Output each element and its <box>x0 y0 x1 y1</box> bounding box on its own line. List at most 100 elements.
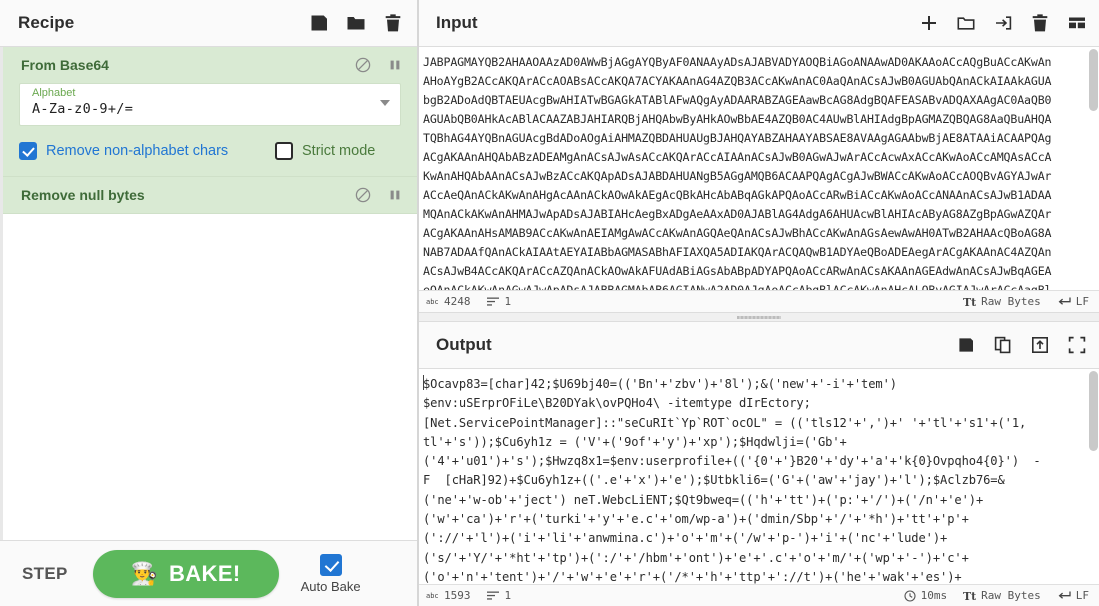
recipe-operation-list[interactable]: From Base64 Alphabet A-Za-z0-9+/= Remove… <box>0 47 417 540</box>
open-folder-as-input-icon[interactable] <box>956 13 976 33</box>
load-recipe-icon[interactable] <box>346 13 366 33</box>
auto-bake-checkbox[interactable]: Auto Bake <box>300 553 361 594</box>
output-title: Output <box>436 335 492 354</box>
svg-text:Tt: Tt <box>963 590 976 602</box>
copy-output-icon[interactable] <box>993 335 1013 355</box>
maximise-output-icon[interactable] <box>1067 335 1087 355</box>
recipe-header-icons <box>309 13 403 33</box>
input-scrollbar[interactable] <box>1089 49 1098 288</box>
alphabet-input[interactable]: A-Za-z0-9+/= <box>32 100 374 119</box>
replace-input-with-output-icon[interactable] <box>1030 335 1050 355</box>
checkbox-box[interactable] <box>319 553 342 576</box>
operation-title-row[interactable]: From Base64 <box>3 47 417 83</box>
operation-arguments: Alphabet A-Za-z0-9+/= Remove non-alphabe… <box>3 83 417 176</box>
output-time-value: 10ms <box>920 589 948 602</box>
operation-title: From Base64 <box>21 57 109 73</box>
input-lines-value: 1 <box>504 295 512 308</box>
input-eol-group[interactable]: LF <box>1057 295 1089 308</box>
output-font-group[interactable]: Tt Raw Bytes <box>963 589 1041 602</box>
strict-mode-label: Strict mode <box>302 143 376 159</box>
alphabet-label: Alphabet <box>32 87 76 99</box>
io-pane: Input JABPAGMAYQB2AHAAOAAzAD0AWwBjAGgAYQ… <box>418 0 1099 606</box>
output-lines-group: 1 <box>486 589 512 602</box>
input-text[interactable]: JABPAGMAYQB2AHAAOAAzAD0AWwBjAGgAYQByAF0A… <box>423 53 1089 290</box>
input-header-icons <box>919 13 1087 33</box>
disable-operation-icon[interactable] <box>355 187 371 203</box>
input-length-group: abc 4248 <box>426 295 471 308</box>
pause-breakpoint-icon[interactable] <box>387 187 403 203</box>
output-font-label: Raw Bytes <box>981 589 1041 602</box>
output-header: Output <box>418 322 1099 369</box>
input-header: Input <box>418 0 1099 47</box>
output-status-bar: abc 1593 1 10ms Tt Raw Bytes LF <box>418 584 1099 606</box>
output-lines-value: 1 <box>504 589 512 602</box>
operation-controls <box>355 57 403 73</box>
clear-input-icon[interactable] <box>1030 13 1050 33</box>
alphabet-field[interactable]: Alphabet A-Za-z0-9+/= <box>19 83 401 126</box>
cyberchef-app: Recipe From Base64 Alphabet A-Za-z0-9+/=… <box>0 0 1099 606</box>
lines-icon <box>486 297 499 306</box>
checkbox-box[interactable] <box>275 142 293 160</box>
clear-recipe-icon[interactable] <box>383 13 403 33</box>
recipe-header: Recipe <box>0 0 417 47</box>
recipe-title: Recipe <box>18 13 75 32</box>
operation-title-row[interactable]: Remove null bytes <box>3 177 417 213</box>
remove-non-alphabet-chars-label: Remove non-alphabet chars <box>46 143 229 159</box>
eol-icon <box>1058 591 1071 599</box>
disable-operation-icon[interactable] <box>355 57 371 73</box>
operation-checkbox-row: Remove non-alphabet chars Strict mode <box>19 142 401 160</box>
length-icon: abc <box>426 298 439 306</box>
input-section: Input JABPAGMAYQB2AHAAOAAzAD0AWwBjAGgAYQ… <box>418 0 1099 312</box>
svg-text:abc: abc <box>426 592 439 600</box>
save-recipe-icon[interactable] <box>309 13 329 33</box>
output-scrollbar-thumb[interactable] <box>1089 371 1098 451</box>
recipe-pane: Recipe From Base64 Alphabet A-Za-z0-9+/=… <box>0 0 418 606</box>
step-button[interactable]: STEP <box>22 564 68 584</box>
splitter-grip <box>736 315 781 319</box>
chef-icon: 👨‍🍳 <box>130 560 158 586</box>
output-scrollbar[interactable] <box>1089 371 1098 582</box>
font-icon: Tt <box>963 296 976 308</box>
font-icon: Tt <box>963 590 976 602</box>
output-eol-group[interactable]: LF <box>1057 589 1089 602</box>
open-file-as-input-icon[interactable] <box>993 13 1013 33</box>
output-eol-label: LF <box>1075 589 1089 602</box>
input-lines-group: 1 <box>486 295 512 308</box>
pane-splitter-vertical[interactable] <box>417 0 419 606</box>
input-textarea-wrapper[interactable]: JABPAGMAYQB2AHAAOAAzAD0AWwBjAGgAYQByAF0A… <box>418 47 1099 290</box>
output-section: Output $Ocavp83=[char]42;$U69bj40=(('Bn'… <box>418 322 1099 606</box>
chevron-down-icon[interactable] <box>380 100 390 106</box>
output-length-value: 1593 <box>444 589 471 602</box>
length-icon: abc <box>426 592 439 600</box>
remove-non-alphabet-chars-checkbox[interactable]: Remove non-alphabet chars <box>19 142 275 160</box>
lines-icon <box>486 591 499 600</box>
input-title: Input <box>436 13 478 32</box>
input-status-bar: abc 4248 1 Tt Raw Bytes LF <box>418 290 1099 312</box>
strict-mode-checkbox[interactable]: Strict mode <box>275 142 375 160</box>
output-textarea-wrapper[interactable]: $Ocavp83=[char]42;$U69bj40=(('Bn'+'zbv')… <box>418 369 1099 584</box>
output-length-group: abc 1593 <box>426 589 471 602</box>
add-input-tab-icon[interactable] <box>919 13 939 33</box>
save-output-icon[interactable] <box>956 335 976 355</box>
clock-icon <box>904 589 916 602</box>
output-text[interactable]: $Ocavp83=[char]42;$U69bj40=(('Bn'+'zbv')… <box>423 375 1089 584</box>
auto-bake-label: Auto Bake <box>300 578 361 594</box>
svg-text:Tt: Tt <box>963 296 976 308</box>
output-time-group: 10ms <box>904 589 948 602</box>
recipe-operation-from-base64[interactable]: From Base64 Alphabet A-Za-z0-9+/= Remove… <box>3 47 417 177</box>
input-eol-label: LF <box>1075 295 1089 308</box>
input-font-group[interactable]: Tt Raw Bytes <box>963 295 1041 308</box>
input-tabs-panels-icon[interactable] <box>1067 13 1087 33</box>
operation-title: Remove null bytes <box>21 187 145 203</box>
bake-button-label: BAKE! <box>168 560 241 586</box>
input-font-label: Raw Bytes <box>981 295 1041 308</box>
input-scrollbar-thumb[interactable] <box>1089 49 1098 111</box>
recipe-controls: STEP 👨‍🍳 BAKE! Auto Bake <box>0 540 417 606</box>
recipe-operation-remove-null-bytes[interactable]: Remove null bytes <box>3 177 417 214</box>
pause-breakpoint-icon[interactable] <box>387 57 403 73</box>
eol-icon <box>1058 297 1071 305</box>
input-length-value: 4248 <box>444 295 471 308</box>
bake-button[interactable]: 👨‍🍳 BAKE! <box>92 549 279 598</box>
io-splitter-horizontal[interactable] <box>418 312 1099 322</box>
checkbox-box[interactable] <box>19 142 37 160</box>
